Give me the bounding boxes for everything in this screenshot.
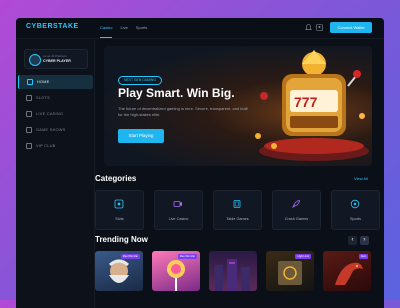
game-card[interactable]: New (323, 251, 371, 291)
category-crash-games[interactable]: Crash Games (272, 190, 321, 230)
sidebar-item-vip-club[interactable]: VIP CLUB (18, 139, 92, 153)
cards-icon (233, 200, 241, 208)
sidebar: Level 42 Platinum CYBER PLAYER HOME SLOT… (16, 39, 95, 308)
category-label: Crash Games (284, 217, 309, 221)
category-slots[interactable]: Slots (95, 190, 144, 230)
app-window: CYBERSTAKE Casino Live Sports Connect Wa… (16, 18, 384, 308)
sidebar-item-label: HOME (37, 80, 50, 84)
user-icon[interactable] (315, 23, 324, 32)
chevron-left-icon[interactable]: ‹ (348, 236, 357, 245)
category-label: Table Games (226, 217, 249, 221)
game-card[interactable]: High Limit (266, 251, 314, 291)
trending-games: Max Win Mar Max Win Mar High Limit New (95, 251, 371, 291)
hero-banner: 777 NEXT GEN GAMING Play Smart. Win Big.… (104, 46, 372, 166)
start-playing-button[interactable]: Start Playing (118, 129, 164, 143)
sidebar-item-label: SLOTS (36, 96, 50, 100)
slots-icon (114, 199, 124, 209)
profile-level: Level 42 Platinum (43, 54, 67, 58)
game-badge: High Limit (295, 254, 311, 259)
slots-icon (26, 95, 32, 101)
svg-text:777: 777 (294, 94, 318, 110)
tab-casino[interactable]: Casino (100, 18, 113, 38)
profile-card[interactable]: Level 42 Platinum CYBER PLAYER (24, 49, 88, 69)
profile-name: CYBER PLAYER (43, 59, 71, 63)
category-label: Sports (350, 217, 361, 221)
video-icon (173, 201, 182, 207)
tv-icon (26, 127, 32, 133)
slot-machine-illustration: 777 (255, 50, 369, 161)
categories-title: Categories (95, 174, 137, 183)
avatar (29, 54, 41, 66)
game-card[interactable]: Max Win Mar (95, 251, 143, 291)
game-badge: New (358, 254, 368, 259)
game-badge: Max Win Mar (177, 254, 197, 259)
sidebar-item-game-shows[interactable]: GAME SHOWS (18, 123, 92, 137)
sidebar-item-slots[interactable]: SLOTS (18, 91, 92, 105)
chevron-right-icon[interactable]: › (360, 236, 369, 245)
hero-tag: NEXT GEN GAMING (118, 76, 162, 85)
category-label: Live Casino (168, 217, 189, 221)
ball-icon (350, 199, 360, 209)
trending-title: Trending Now (95, 235, 148, 244)
rocket-icon (292, 200, 300, 208)
sidebar-menu: HOME SLOTS LIVE CASINO GAME SHOWS VIP CL… (16, 75, 94, 155)
top-bar: CYBERSTAKE Casino Live Sports Connect Wa… (16, 18, 384, 39)
tab-live[interactable]: Live (120, 18, 127, 38)
sidebar-item-live-casino[interactable]: LIVE CASINO (18, 107, 92, 121)
home-icon (27, 79, 33, 85)
game-card[interactable] (209, 251, 257, 291)
hero-title: Play Smart. Win Big. (118, 86, 235, 100)
game-card[interactable]: Max Win Mar (152, 251, 200, 291)
sidebar-item-home[interactable]: HOME (18, 75, 93, 89)
sidebar-item-label: GAME SHOWS (36, 128, 66, 132)
logo: CYBERSTAKE (26, 23, 79, 30)
categories-list: Slots Live Casino Table Games Crash Game… (95, 190, 380, 230)
category-live-casino[interactable]: Live Casino (154, 190, 203, 230)
crown-icon (26, 143, 32, 149)
sidebar-item-label: VIP CLUB (36, 144, 56, 148)
sidebar-item-label: LIVE CASINO (36, 112, 64, 116)
video-icon (26, 111, 32, 117)
game-art-neon-city (215, 259, 250, 291)
category-label: Slots (115, 217, 124, 221)
main-nav: Casino Live Sports (100, 18, 147, 38)
category-sports[interactable]: Sports (331, 190, 380, 230)
game-badge: Max Win Mar (120, 254, 140, 259)
category-table-games[interactable]: Table Games (213, 190, 262, 230)
connect-wallet-button[interactable]: Connect Wallet (330, 22, 372, 33)
hero-description: The future of decentralized gaming is he… (118, 106, 248, 117)
bell-icon[interactable] (304, 23, 313, 32)
view-all-link[interactable]: View All (354, 176, 368, 181)
tab-sports[interactable]: Sports (136, 18, 148, 38)
